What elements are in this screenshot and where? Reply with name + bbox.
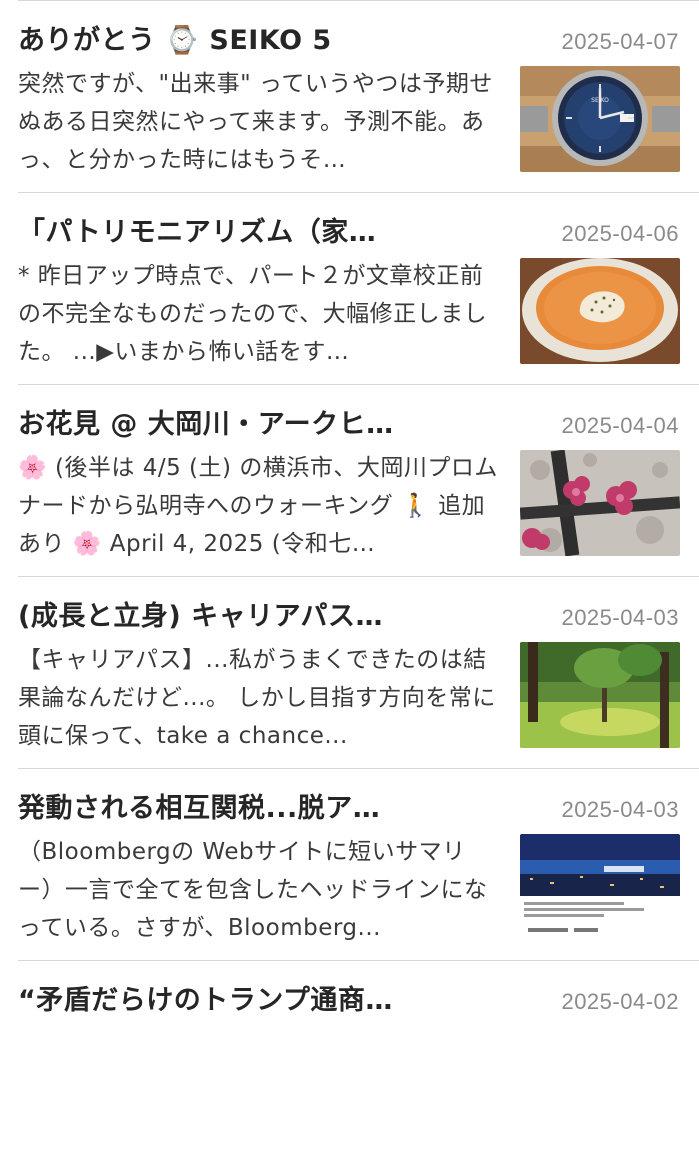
post-date: 2025-04-07	[561, 29, 679, 54]
post-title[interactable]: 「パトリモニアリズム（家…	[18, 213, 500, 253]
cherry-blossom-thumbnail[interactable]	[520, 450, 680, 556]
post-title[interactable]: “矛盾だらけのトランプ通商…	[18, 981, 500, 1021]
seiko-watch-photo: SEIKO	[520, 66, 680, 172]
park-trees-thumbnail[interactable]	[520, 642, 680, 748]
post-date: 2025-04-03	[561, 797, 679, 822]
post-list-item[interactable]: (成長と立身) キャリアパス… 2025-04-03 【キャリアパス】...私が…	[0, 577, 699, 769]
post-date: 2025-04-06	[561, 221, 679, 246]
seiko-watch-thumbnail[interactable]: SEIKO	[520, 66, 680, 172]
cherry-blossom-photo	[520, 450, 680, 556]
port-city-photo	[520, 834, 680, 940]
soup-bowl-photo	[520, 258, 680, 364]
soup-bowl-thumbnail[interactable]	[520, 258, 680, 364]
post-title[interactable]: お花見 @ 大岡川・アークヒ…	[18, 405, 500, 445]
post-excerpt: 突然ですが、"出来事" っていうやつは予期せぬある日突然にやって来ます。予測不能…	[18, 71, 493, 173]
post-excerpt: 🌸 (後半は 4/5 (土) の横浜市、大岡川プロムナードから弘明寺へのウォーキ…	[18, 455, 498, 557]
post-date: 2025-04-04	[561, 413, 679, 438]
svg-text:SEIKO: SEIKO	[591, 97, 609, 104]
port-city-thumbnail[interactable]	[520, 834, 680, 940]
park-trees-photo	[520, 642, 680, 748]
post-list-item[interactable]: お花見 @ 大岡川・アークヒ… 2025-04-04 🌸 (後半は 4/5 (土…	[0, 385, 699, 577]
post-excerpt: * 昨日アップ時点で、パート２が文章校正前の不完全なものだったので、大幅修正しま…	[18, 263, 488, 365]
post-title[interactable]: 発動される相互関税...脱ア…	[18, 789, 500, 829]
post-date: 2025-04-02	[561, 989, 679, 1014]
post-list-item[interactable]: ありがとう ⌚ SEIKO 5 2025-04-07 突然ですが、"出来事" っ…	[0, 1, 699, 193]
post-list-item[interactable]: 「パトリモニアリズム（家… 2025-04-06 * 昨日アップ時点で、パート２…	[0, 193, 699, 385]
post-title[interactable]: ありがとう ⌚ SEIKO 5	[18, 21, 500, 61]
post-title[interactable]: (成長と立身) キャリアパス…	[18, 597, 500, 637]
post-excerpt: 【キャリアパス】...私がうまくできたのは結果論なんだけど...。 しかし目指す…	[18, 647, 496, 749]
post-list-item[interactable]: 発動される相互関税...脱ア… 2025-04-03 （Bloombergの W…	[0, 769, 699, 961]
post-date: 2025-04-03	[561, 605, 679, 630]
post-list-item[interactable]: “矛盾だらけのトランプ通商… 2025-04-02	[0, 961, 699, 1153]
post-excerpt: （Bloombergの Webサイトに短いサマリー）一言で全てを包含したヘッドラ…	[18, 839, 488, 941]
